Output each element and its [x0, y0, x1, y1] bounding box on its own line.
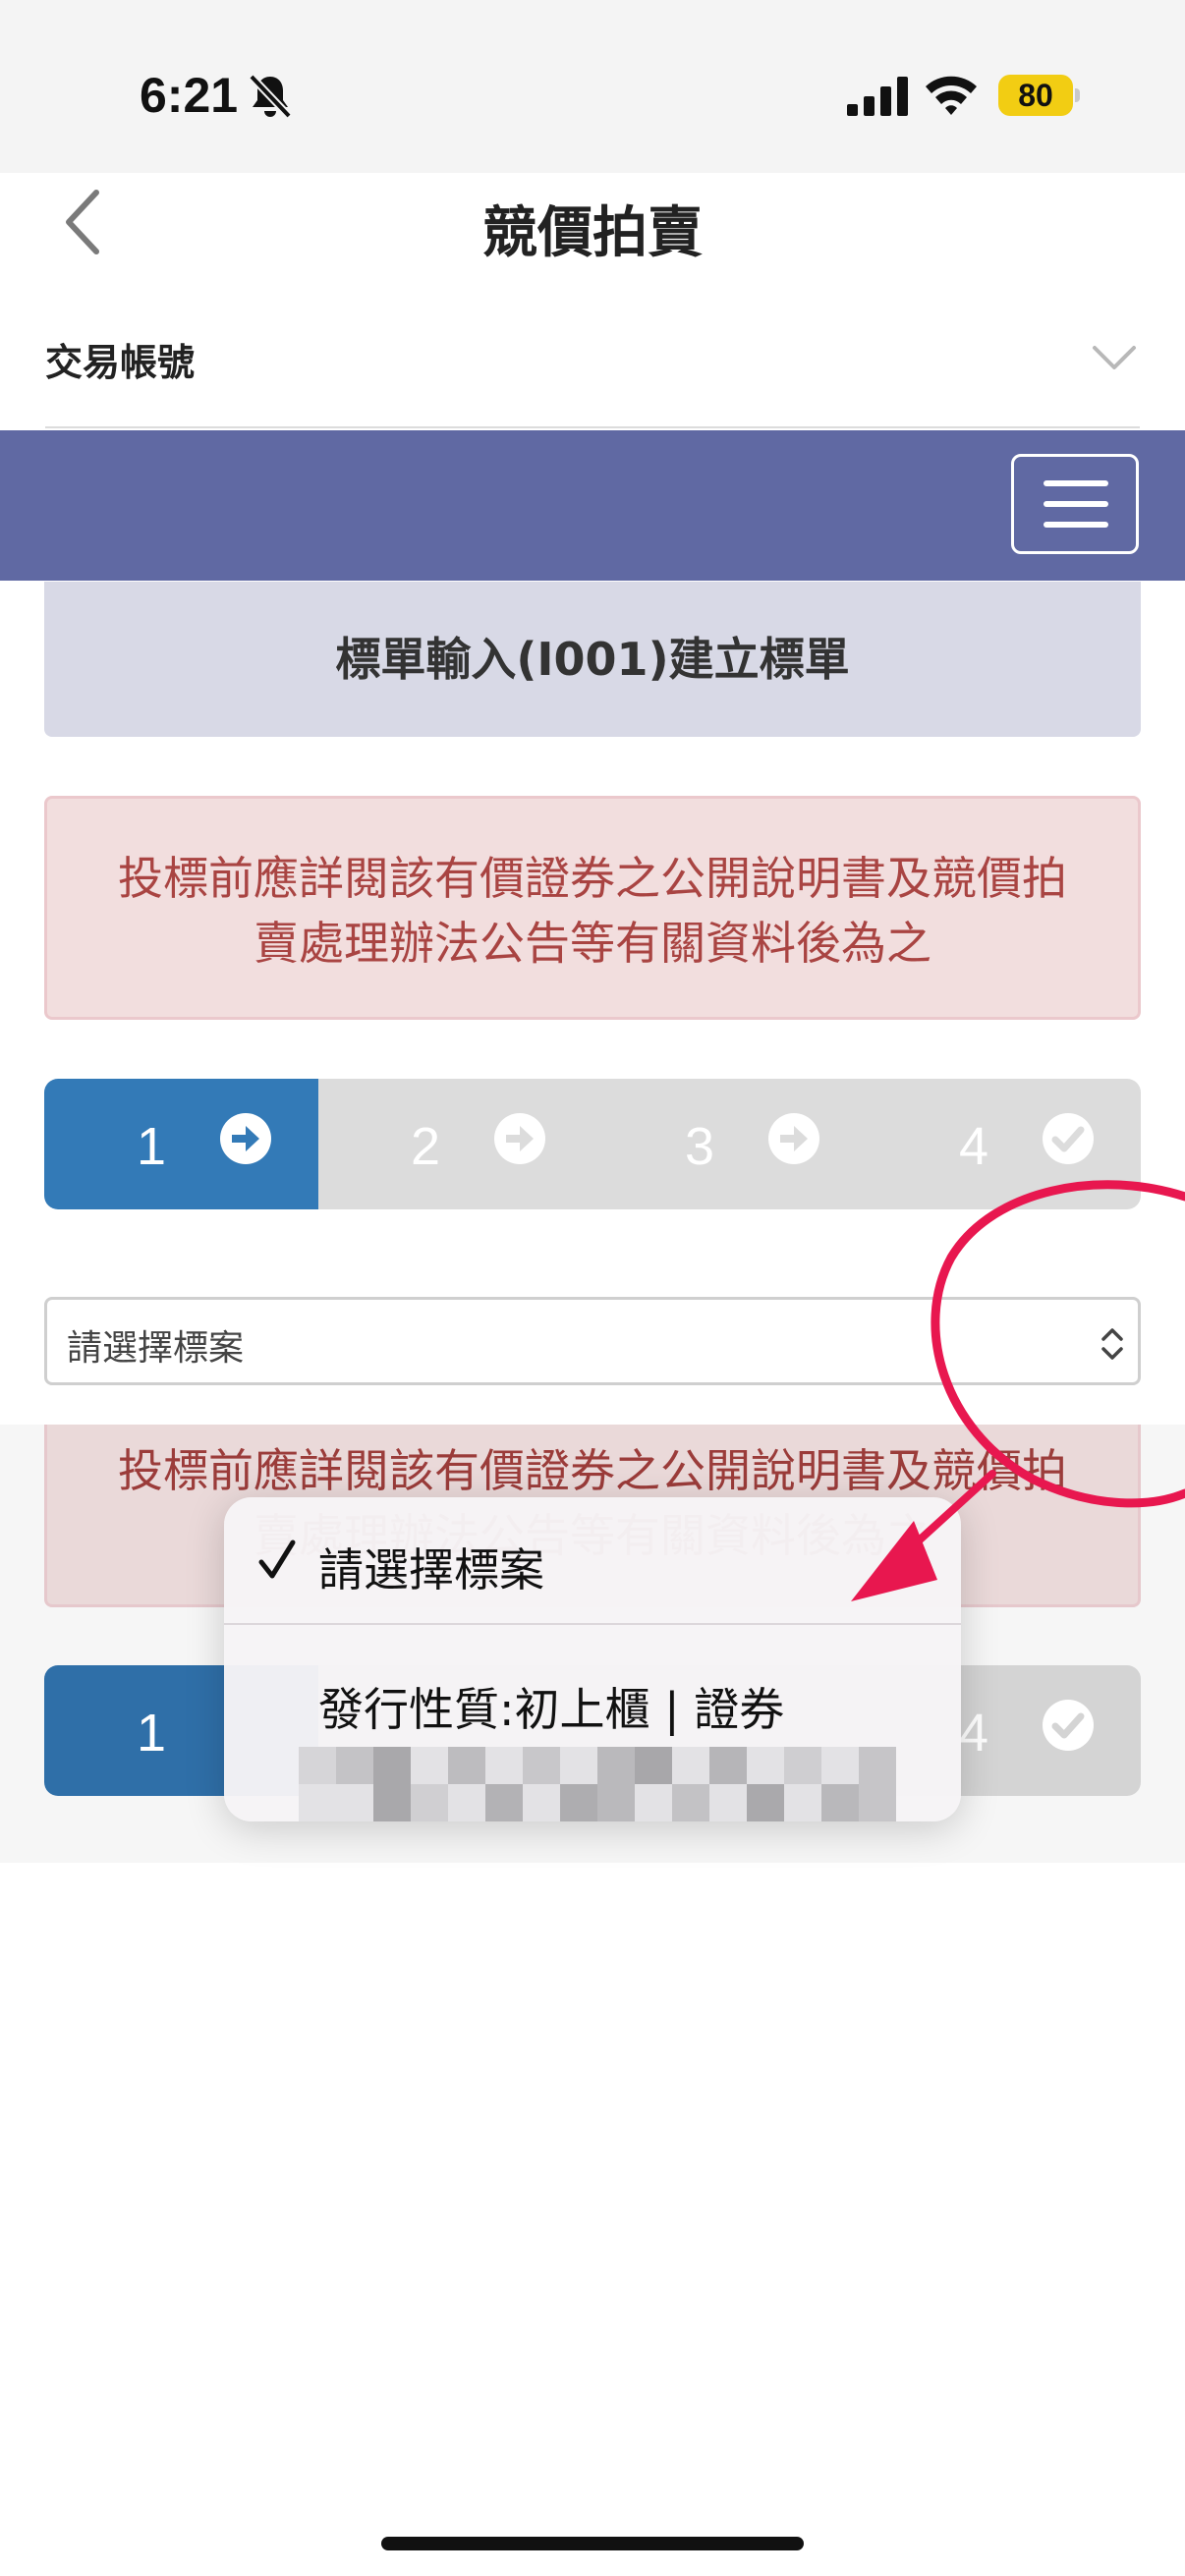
hamburger-icon[interactable] — [1011, 454, 1139, 554]
bell-muted-icon — [249, 74, 292, 119]
battery-cap — [1075, 88, 1080, 102]
page-title: 競價拍賣 — [482, 201, 703, 265]
web-navbar — [0, 430, 1185, 581]
redacted-text — [299, 1747, 896, 1821]
status-bar: 6:21 80 — [0, 0, 1185, 173]
option-label: 發行性質:初上櫃 | 證券 — [318, 1683, 785, 1736]
step-indicator: 1 2 3 4 — [44, 1079, 1141, 1209]
option-label: 請選擇標案 — [318, 1543, 544, 1596]
hamburger-line — [1044, 522, 1108, 528]
select-arrows-icon — [1101, 1328, 1123, 1360]
section-heading: 標單輸入(I001)建立標單 — [44, 582, 1141, 737]
check-circle-icon — [1043, 1700, 1094, 1751]
cellular-signal-icon — [847, 77, 908, 116]
step-2[interactable]: 2 — [318, 1079, 592, 1209]
account-selector[interactable]: 交易帳號 — [0, 289, 1185, 428]
battery-level: 80 — [1018, 78, 1053, 113]
step-number: 1 — [137, 1704, 167, 1763]
step-4[interactable]: 4 — [867, 1079, 1141, 1209]
chevron-down-icon[interactable] — [1091, 344, 1138, 371]
hamburger-line — [1044, 480, 1108, 486]
step-number: 2 — [411, 1117, 441, 1176]
step-1[interactable]: 1 — [44, 1079, 318, 1209]
wifi-icon — [926, 76, 977, 115]
battery-indicator: 80 — [998, 75, 1080, 116]
arrow-right-circle-icon — [220, 1113, 271, 1164]
dropdown-menu: 請選擇標案 發行性質:初上櫃 | 證券 — [224, 1497, 961, 1821]
tender-select[interactable]: 請選擇標案 — [44, 1297, 1141, 1385]
arrow-right-circle-icon — [494, 1113, 545, 1164]
dropdown-option[interactable]: 請選擇標案 — [224, 1497, 961, 1625]
step-number: 3 — [685, 1117, 715, 1176]
step-number: 1 — [137, 1117, 167, 1176]
home-indicator — [381, 2537, 804, 2550]
status-time: 6:21 — [140, 68, 239, 123]
dropdown-option[interactable]: 發行性質:初上櫃 | 證券 — [224, 1627, 961, 1821]
divider — [45, 426, 1140, 428]
step-number: 4 — [959, 1117, 989, 1176]
alert-line-2: 賣處理辦法公告等有關資料後為之 — [254, 917, 931, 970]
alert-line-1: 投標前應詳閱該有價證券之公開說明書及競價拍 — [118, 852, 1067, 905]
arrow-right-circle-icon — [768, 1113, 819, 1164]
hamburger-line — [1044, 501, 1108, 507]
alert-line-1: 投標前應詳閱該有價證券之公開說明書及競價拍 — [118, 1444, 1067, 1497]
check-circle-icon — [1043, 1113, 1094, 1164]
step-number: 4 — [959, 1704, 989, 1763]
account-label: 交易帳號 — [45, 341, 196, 384]
step-3[interactable]: 3 — [592, 1079, 867, 1209]
checkmark-icon — [258, 1540, 296, 1579]
select-value: 請選擇標案 — [67, 1328, 245, 1369]
warning-alert: 投標前應詳閱該有價證券之公開說明書及競價拍 賣處理辦法公告等有關資料後為之 — [44, 796, 1141, 1020]
